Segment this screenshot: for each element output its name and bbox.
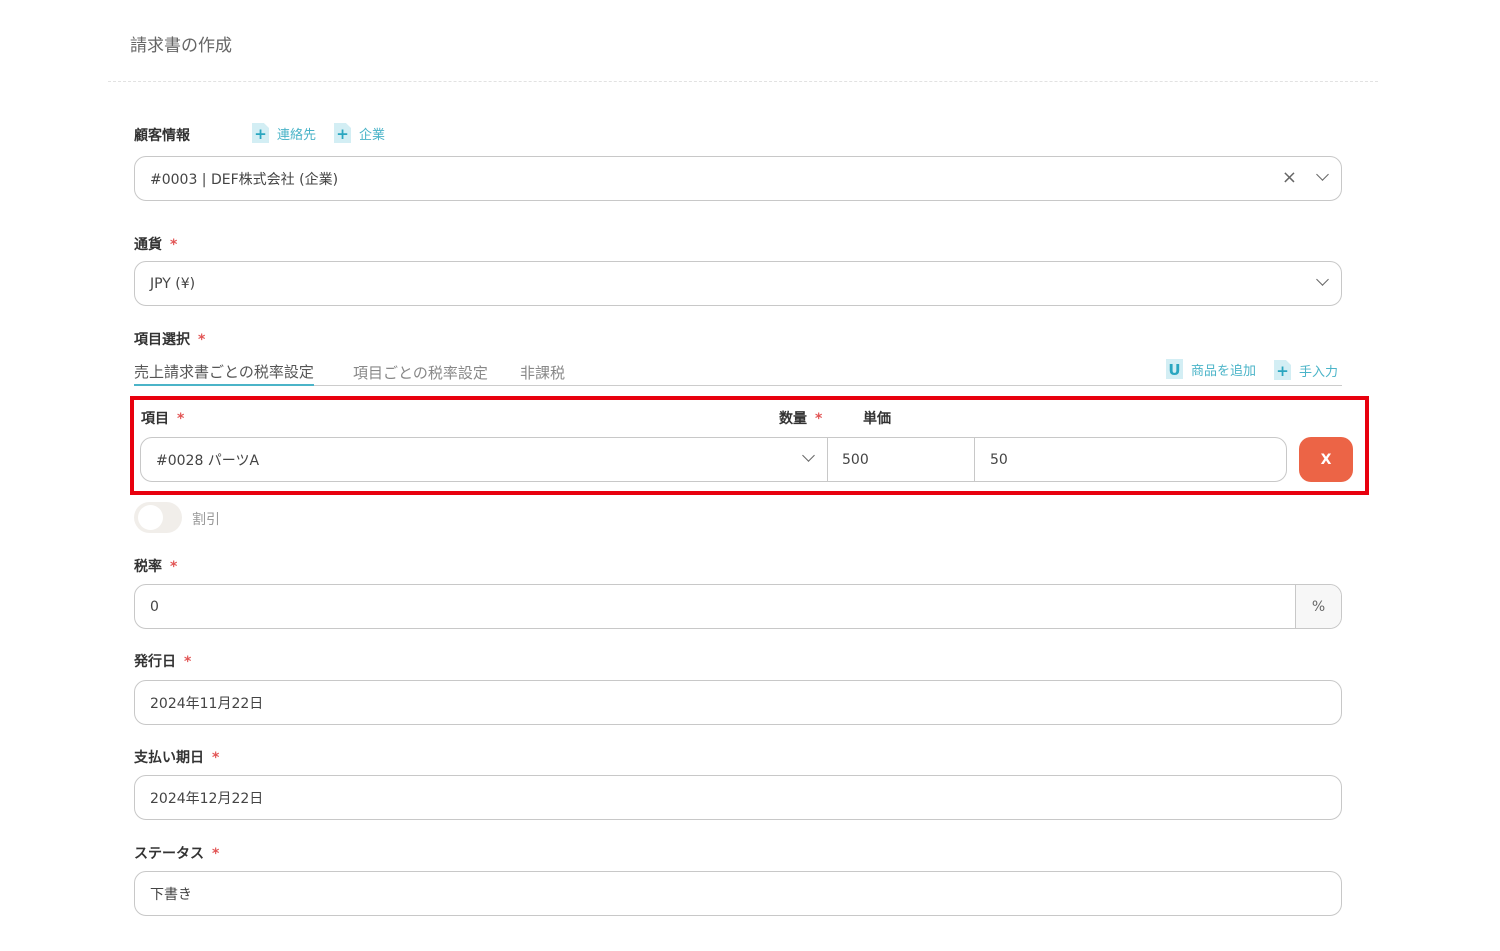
discount-toggle[interactable] bbox=[134, 502, 182, 533]
tax-input[interactable]: 0 % bbox=[134, 584, 1342, 629]
currency-value: JPY (¥) bbox=[150, 275, 196, 292]
add-company-label: 企業 bbox=[359, 127, 386, 143]
item-row: #0028 パーツA 500 50 bbox=[140, 437, 1287, 482]
chevron-down-icon bbox=[802, 449, 815, 462]
add-file-icon: + bbox=[1274, 360, 1291, 380]
manual-entry-link[interactable]: + 手入力 bbox=[1274, 360, 1338, 380]
add-product-label: 商品を追加 bbox=[1191, 363, 1257, 379]
qty-input[interactable]: 500 bbox=[828, 438, 975, 481]
add-file-icon: + bbox=[334, 123, 351, 143]
due-date-input[interactable]: 2024年12月22日 bbox=[134, 775, 1342, 820]
add-file-icon: + bbox=[252, 123, 269, 143]
item-select[interactable]: #0028 パーツA bbox=[141, 438, 828, 481]
tab-tax-exempt[interactable]: 非課税 bbox=[520, 362, 565, 383]
currency-select[interactable]: JPY (¥) bbox=[134, 261, 1342, 306]
remove-item-button[interactable]: X bbox=[1299, 437, 1353, 482]
page-title: 請求書の作成 bbox=[130, 36, 232, 56]
due-date-label: 支払い期日 * bbox=[134, 750, 220, 766]
add-product-link[interactable]: U 商品を追加 bbox=[1166, 359, 1256, 379]
qty-col-label: 数量 * bbox=[779, 411, 823, 427]
chevron-down-icon bbox=[1316, 273, 1329, 286]
item-col-label: 項目 * bbox=[141, 411, 185, 427]
clear-icon[interactable]: × bbox=[1282, 167, 1297, 188]
percent-addon: % bbox=[1295, 585, 1341, 628]
add-contact-link[interactable]: + 連絡先 bbox=[252, 123, 316, 143]
tab-invoice-tax[interactable]: 売上請求書ごとの税率設定 bbox=[134, 361, 314, 386]
customer-select[interactable]: #0003 | DEF株式会社 (企業) × bbox=[134, 156, 1342, 201]
tax-value: 0 bbox=[150, 598, 159, 615]
tabs-divider bbox=[134, 385, 1342, 386]
discount-label: 割引 bbox=[192, 512, 220, 528]
add-company-link[interactable]: + 企業 bbox=[334, 123, 385, 143]
tax-label: 税率 * bbox=[134, 559, 178, 575]
currency-label: 通貨 * bbox=[134, 237, 178, 253]
price-col-label: 単価 bbox=[863, 411, 891, 427]
status-label: ステータス * bbox=[134, 846, 220, 862]
items-label: 項目選択 * bbox=[134, 332, 206, 348]
issue-date-input[interactable]: 2024年11月22日 bbox=[134, 680, 1342, 725]
customer-value: #0003 | DEF株式会社 (企業) bbox=[150, 171, 339, 188]
add-contact-label: 連絡先 bbox=[277, 127, 317, 143]
issue-date-label: 発行日 * bbox=[134, 654, 192, 670]
price-input[interactable]: 50 bbox=[975, 438, 1286, 481]
item-value: #0028 パーツA bbox=[156, 452, 260, 469]
customer-label: 顧客情報 bbox=[134, 128, 190, 144]
magnet-icon: U bbox=[1166, 359, 1183, 379]
status-select[interactable]: 下書き bbox=[134, 871, 1342, 916]
divider bbox=[108, 81, 1378, 82]
manual-entry-label: 手入力 bbox=[1299, 364, 1339, 380]
chevron-down-icon bbox=[1316, 168, 1329, 181]
tab-item-tax[interactable]: 項目ごとの税率設定 bbox=[353, 362, 488, 383]
